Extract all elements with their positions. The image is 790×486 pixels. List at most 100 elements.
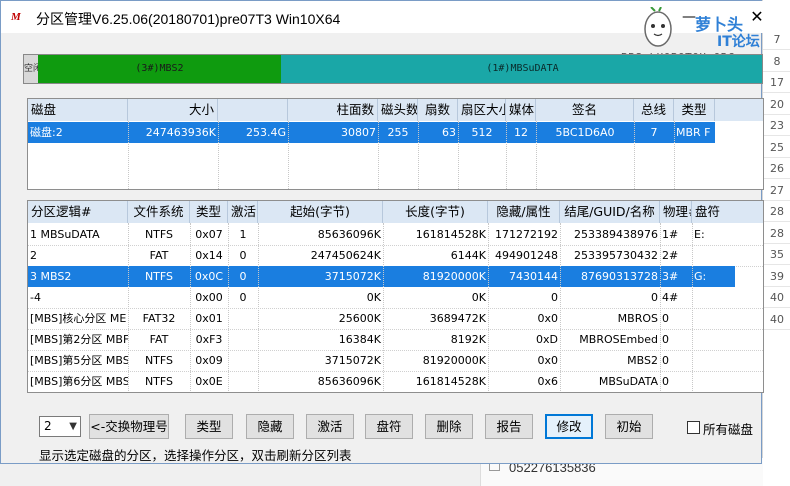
disk-column-header[interactable]: 磁头数 [378,99,418,121]
disk-cell-media: 12 [514,126,528,139]
column-divider [692,223,693,392]
partition-column-header[interactable]: 激活 [228,201,258,223]
disk-cell-sector-size: 512 [471,126,493,139]
partition-cell-fs: FAT [149,333,169,346]
disk-column-header[interactable] [218,99,288,121]
partition-cell-length: 0K [471,291,486,304]
partition-cell-start: 3715072K [324,270,381,283]
partition-row[interactable]: [MBS]第6分区 MBS NTFS 0x0E 85636096K 161814528K… [28,371,763,392]
disk-column-header[interactable]: 柱面数 [288,99,378,121]
partition-column-header[interactable]: 起始(字节) [258,201,383,223]
column-divider [488,223,489,392]
partition-cell-fs [128,287,190,308]
partition-cell-length: 8192K [450,333,486,346]
partition-cell-fs: FAT32 [142,312,176,325]
chevron-down-icon: ▼ [69,421,77,432]
partition-row[interactable]: [MBS]第2分区 MBF FAT 0xF3 16384K 8192K 0xD MBROSE… [28,329,763,350]
all-disks-checkbox[interactable] [687,421,700,434]
partition-cell-drive: G: [694,270,707,283]
partition-column-header[interactable]: 物理# [660,201,692,223]
disk-column-header[interactable]: 总线 [634,99,674,121]
disk-list-header: 磁盘大小 柱面数磁头数扇数扇区大小媒体签名总线类型 [28,99,763,121]
disk-column-header[interactable]: 扇区大小 [458,99,506,121]
partition-row[interactable]: [MBS]第5分区 MBS NTFS 0x09 3715072K 81920000K 0x… [28,350,763,371]
partition-column-header[interactable]: 盘符 [692,201,763,223]
partition-cell-end: 87690313728 [581,270,658,283]
partition-cell-active [228,329,258,350]
disk-row[interactable]: 磁盘:2 247463936K 253.4G 30807 255 63 512 12 5BC1D… [28,122,715,143]
background-row: 40 [763,288,790,308]
partition-cell-name: [MBS]第2分区 MBF [30,333,128,346]
delete-button[interactable]: 删除 [425,414,473,439]
partition-row[interactable]: 1 MBSuDATA NTFS 0x07 1 85636096K 161814528K 17… [28,224,763,245]
partition-cell-start: 247450624K [310,249,381,262]
swap-physical-button[interactable]: <-交换物理号 [89,414,169,439]
partition-row[interactable]: [MBS]核心分区 ME FAT32 0x01 25600K 3689472K 0x0 MB… [28,308,763,329]
disk-cell-size-gb: 253.4G [245,126,286,139]
partition-column-header[interactable]: 文件系统 [128,201,190,223]
init-button[interactable]: 初始 [605,414,653,439]
partition-column-header[interactable]: 长度(字节) [383,201,488,223]
partition-list[interactable]: 分区逻辑# 文件系统 类型 激活 起始(字节) 长度(字节) 隐藏/属性 结尾/GUID/名称… [27,200,764,393]
partition-column-header[interactable]: 隐藏/属性 [488,201,560,223]
modify-button[interactable]: 修改 [545,414,593,439]
partition-row[interactable]: -4 0x00 0 0K 0K 0 0 4# [28,287,763,308]
disk-column-header[interactable]: 扇数 [418,99,458,121]
disk-select-value: 2 [44,419,52,433]
partition-cell-active: 0 [239,291,247,304]
partition-cell-end: MBS2 [627,354,658,367]
partition-cell-phys: 2# [662,249,679,262]
partition-segment-mbsudata[interactable]: (1#)MBSuDATA [281,55,762,83]
partition-cell-phys: 1# [662,228,679,241]
column-divider [128,223,129,392]
partition-cell-name: [MBS]核心分区 ME [30,312,127,325]
disk-column-header[interactable]: 媒体 [506,99,536,121]
partition-row[interactable]: 2 FAT 0x14 0 247450624K 6144K 494901248 2533957… [28,245,763,266]
type-button[interactable]: 类型 [185,414,233,439]
background-row: 35 [763,245,790,265]
column-divider [418,121,419,189]
partition-column-header[interactable]: 分区逻辑# [28,201,128,223]
partition-cell-hidden: 0x0 [537,312,558,325]
disk-cell-disk: 磁盘:2 [30,126,63,139]
partition-segment-free[interactable]: 空闲 [24,55,38,83]
partition-cell-start: 3715072K [324,354,381,367]
disk-cell-signature: 5BC1D6A0 [555,126,615,139]
partition-cell-name: 1 MBSuDATA [30,228,100,241]
partition-cell-length: 161814528K [415,375,486,388]
column-divider [634,121,635,189]
report-button[interactable]: 报告 [485,414,533,439]
disk-list[interactable]: 磁盘大小 柱面数磁头数扇数扇区大小媒体签名总线类型 磁盘:2 247463936K 2… [27,98,764,190]
disk-column-header[interactable]: 大小 [128,99,218,121]
column-divider [258,223,259,392]
column-divider [128,121,129,189]
background-row: 26 [763,159,790,179]
disk-column-header[interactable]: 类型 [674,99,715,121]
background-row: 28 [763,202,790,222]
background-row: 20 [763,95,790,115]
activate-button[interactable]: 激活 [306,414,354,439]
hide-button[interactable]: 隐藏 [246,414,294,439]
disk-column-header[interactable]: 磁盘 [28,99,128,121]
partition-cell-drive [692,371,763,392]
partition-cell-active: 1 [239,228,247,241]
column-divider [190,223,191,392]
background-row: 27 [763,181,790,201]
partition-segment-mbs2[interactable]: (3#)MBS2 [38,55,281,83]
partition-row[interactable]: 3 MBS2 NTFS 0x0C 0 3715072K 81920000K 7430144 8… [28,266,735,287]
column-divider [674,121,675,189]
partition-cell-type: 0x09 [195,354,223,367]
partition-cell-start: 16384K [338,333,381,346]
partition-cell-drive [692,308,763,329]
partition-cell-name: 3 MBS2 [30,270,72,283]
drive-letter-button[interactable]: 盘符 [365,414,413,439]
partition-cell-length: 81920000K [422,270,486,283]
partition-bar[interactable]: 空闲 (3#)MBS2 (1#)MBSuDATA [23,54,763,84]
disk-column-header[interactable]: 签名 [536,99,634,121]
partition-cell-hidden: 0x6 [537,375,558,388]
partition-column-header[interactable]: 类型 [190,201,228,223]
column-divider [383,223,384,392]
partition-column-header[interactable]: 结尾/GUID/名称 [560,201,660,223]
disk-select[interactable]: 2 ▼ [39,416,81,437]
partition-cell-phys: 4# [662,291,679,304]
